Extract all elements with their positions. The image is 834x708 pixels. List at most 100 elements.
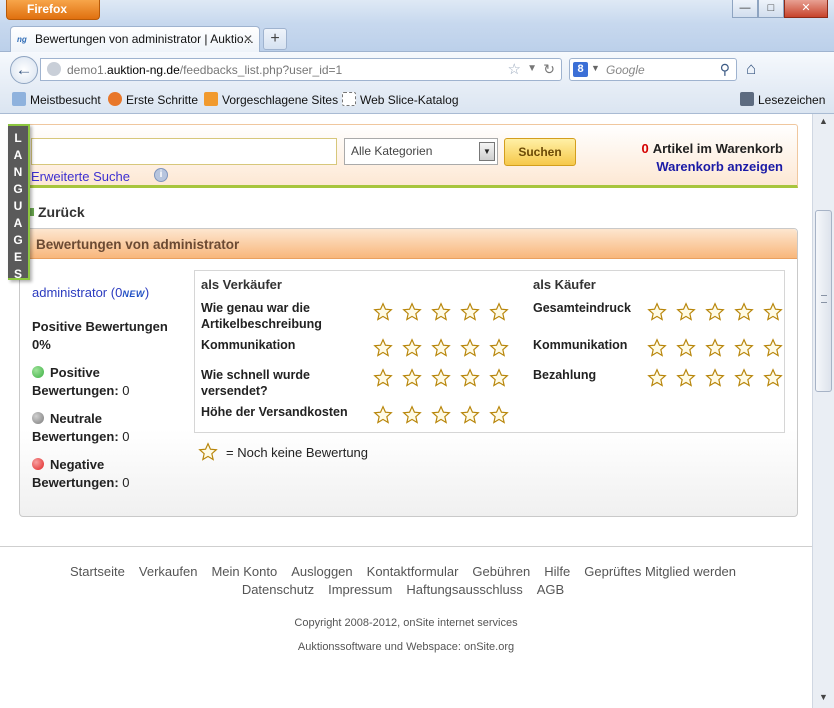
star-outline-icon [431, 368, 451, 387]
page-footer: Startseite Verkaufen Mein Konto Ausloggen Ko… [0, 546, 812, 708]
footer-link-datenschutz[interactable]: Datenschutz [242, 582, 314, 597]
scrollbar-thumb[interactable] [815, 210, 832, 392]
star-outline-icon [460, 368, 480, 387]
star-outline-icon [647, 368, 667, 387]
tab-feedbacks[interactable]: ng Bewertungen von administrator | Aukti… [10, 26, 260, 52]
home-icon[interactable]: ⌂ [746, 59, 756, 79]
firefox-menu-button[interactable]: Firefox [6, 0, 100, 20]
languages-tab[interactable]: LANGUAGES [8, 124, 30, 281]
view-cart-link[interactable]: Warenkorb anzeigen [656, 159, 783, 174]
footer-link-kontaktformular[interactable]: Kontaktformular [367, 564, 459, 579]
firefox-icon [108, 92, 122, 106]
info-icon[interactable]: i [154, 168, 168, 182]
buyer-stars-payment [647, 368, 783, 388]
category-selected-value: Alle Kategorien [351, 144, 433, 158]
bookmark-web-slice-katalog[interactable]: Web Slice-Katalog [342, 92, 459, 107]
footer-link-agb[interactable]: AGB [537, 582, 564, 597]
star-outline-icon [489, 405, 509, 424]
url-bar[interactable]: demo1.auktion-ng.de/feedbacks_list.php?u… [40, 58, 562, 81]
scroll-up-icon[interactable]: ▲ [816, 116, 831, 130]
page-viewport: LANGUAGES Alle Kategorien ▼ Suchen Erwei… [0, 114, 812, 708]
seller-criterion-accuracy: Wie genau war die Artikelbeschreibung [201, 301, 322, 331]
suggested-sites-icon [204, 92, 218, 106]
buyer-criterion-communication: Kommunikation [533, 338, 628, 352]
footer-link-startseite[interactable]: Startseite [70, 564, 125, 579]
footer-link-mein-konto[interactable]: Mein Konto [211, 564, 277, 579]
buyer-stars-communication [647, 338, 783, 358]
site-search-box: Alle Kategorien ▼ Suchen Erweiterte Such… [20, 124, 798, 188]
tab-title: Bewertungen von administrator | Auktio..… [35, 32, 254, 46]
url-dropdown-icon[interactable]: ▼ [527, 63, 537, 74]
new-tab-button[interactable]: + [263, 28, 287, 50]
google-icon[interactable]: 8 [573, 62, 588, 77]
star-outline-icon [489, 368, 509, 387]
buyer-stars-overall [647, 302, 783, 322]
star-outline-icon [460, 338, 480, 357]
feedback-panel: Bewertungen von administrator administra… [19, 228, 798, 517]
globe-icon [47, 62, 61, 76]
scroll-down-icon[interactable]: ▼ [816, 692, 831, 706]
footer-link-gepruefte-mitglied[interactable]: Geprüftes Mitglied werden [584, 564, 736, 579]
footer-link-hilfe[interactable]: Hilfe [544, 564, 570, 579]
bookmark-star-icon[interactable]: ☆ [508, 60, 521, 78]
close-icon[interactable]: ✕ [784, 0, 828, 18]
seller-stars-shipping-speed [373, 368, 509, 388]
green-dot-icon [32, 366, 44, 378]
panel-title: Bewertungen von administrator [20, 229, 797, 259]
user-feedback-count: (0 [110, 285, 123, 300]
seller-stars-shipping-cost [373, 405, 509, 425]
search-button[interactable]: Suchen [504, 138, 576, 166]
search-input[interactable] [31, 138, 337, 165]
bookmark-erste-schritte[interactable]: Erste Schritte [108, 92, 198, 107]
star-outline-icon [460, 405, 480, 424]
search-icon[interactable]: ⚲ [720, 61, 730, 78]
star-outline-icon [402, 302, 422, 321]
footer-link-gebuehren[interactable]: Gebühren [472, 564, 530, 579]
tab-close-icon[interactable]: ✕ [243, 32, 253, 46]
minimize-icon[interactable]: — [732, 0, 758, 18]
star-outline-icon [734, 368, 754, 387]
category-select[interactable]: Alle Kategorien ▼ [344, 138, 498, 165]
star-outline-icon [647, 338, 667, 357]
restore-icon[interactable]: □ [758, 0, 784, 18]
positive-percentage: Positive Bewertungen 0% [32, 318, 192, 354]
chevron-down-icon[interactable]: ▼ [479, 142, 495, 161]
star-outline-icon [431, 302, 451, 321]
star-outline-icon [676, 302, 696, 321]
user-summary: administrator (0NEW) Positive Bewertunge… [32, 285, 192, 492]
new-badge-icon: NEW [122, 289, 145, 299]
search-placeholder: Google [606, 63, 645, 77]
bookmarks-menu-button[interactable]: Lesezeichen [740, 92, 825, 107]
window-controls: — □ ✕ [732, 0, 828, 18]
buyer-criterion-payment: Bezahlung [533, 368, 597, 382]
bookmarks-toolbar: Meistbesucht Erste Schritte Vorgeschlage… [0, 86, 834, 114]
vertical-scrollbar[interactable]: ▲ ▼ [812, 114, 834, 708]
star-outline-icon [431, 405, 451, 424]
footer-link-impressum[interactable]: Impressum [328, 582, 392, 597]
back-arrow-icon[interactable]: ← [10, 56, 38, 84]
footer-link-ausloggen[interactable]: Ausloggen [291, 564, 352, 579]
footer-link-verkaufen[interactable]: Verkaufen [139, 564, 198, 579]
user-name-link[interactable]: administrator [32, 285, 107, 300]
positive-heading: Positive Bewertungen [32, 319, 168, 334]
footer-links: Startseite Verkaufen Mein Konto Ausloggen Ko… [0, 563, 806, 599]
red-dot-icon [32, 458, 44, 470]
star-outline-icon [402, 338, 422, 357]
star-outline-icon [373, 302, 393, 321]
browser-search-bar[interactable]: 8 ▼ Google ⚲ [569, 58, 737, 81]
star-outline-icon [734, 302, 754, 321]
footer-link-haftungsausschluss[interactable]: Haftungsausschluss [406, 582, 522, 597]
reload-icon[interactable]: ↻ [543, 61, 555, 78]
bookmark-vorgeschlagene-sites[interactable]: Vorgeschlagene Sites [204, 92, 338, 107]
star-outline-icon [402, 368, 422, 387]
search-engine-dropdown-icon[interactable]: ▼ [591, 63, 600, 73]
star-outline-icon [460, 302, 480, 321]
bookmark-meistbesucht[interactable]: Meistbesucht [12, 92, 101, 107]
cart-item-count: 0 Artikel im Warenkorb [641, 141, 783, 156]
copyright-text: Copyright 2008-2012, onSite internet ser… [294, 617, 518, 629]
ratings-box: als Verkäufer als Käufer Wie genau war d… [194, 270, 785, 433]
star-outline-icon [705, 302, 725, 321]
star-outline-icon [489, 302, 509, 321]
advanced-search-link[interactable]: Erweiterte Suche [31, 169, 130, 184]
back-link[interactable]: Zurück [28, 204, 85, 220]
